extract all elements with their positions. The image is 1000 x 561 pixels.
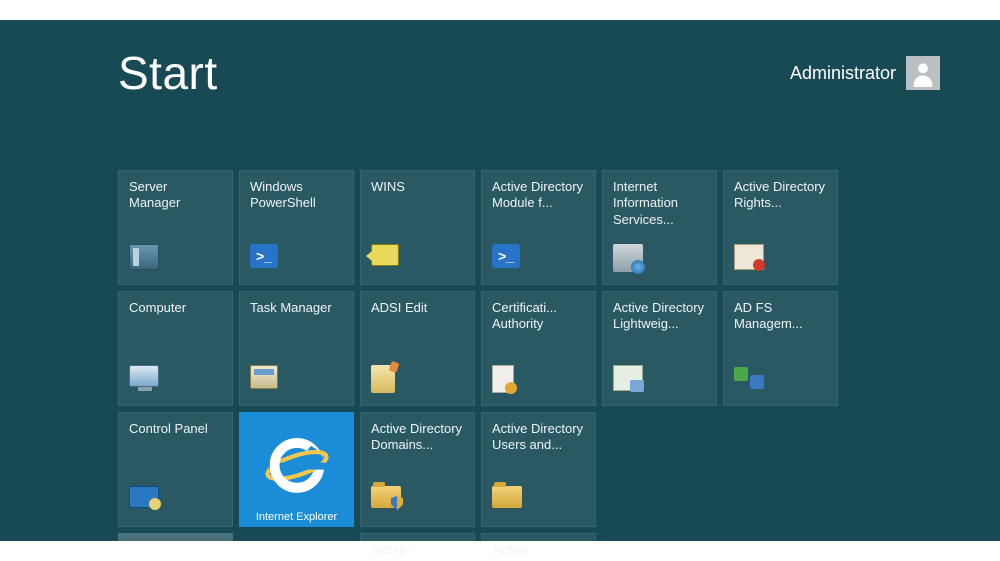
iis-icon bbox=[613, 244, 645, 276]
tile-label: WINS bbox=[371, 179, 464, 195]
tile-label: Computer bbox=[129, 300, 222, 316]
tile-adsi-edit[interactable]: ADSI Edit bbox=[360, 291, 475, 406]
control-panel-icon bbox=[129, 486, 161, 518]
wins-icon bbox=[371, 244, 403, 276]
tile-ad-domains[interactable]: Active Directory Domains... bbox=[360, 412, 475, 527]
folder-shield-icon bbox=[371, 486, 403, 518]
tile-task-manager[interactable]: Task Manager bbox=[239, 291, 354, 406]
start-tile-grid: Server Manager Windows PowerShell >_ WIN… bbox=[118, 170, 838, 561]
tile-certification-authority[interactable]: Certificati... Authority bbox=[481, 291, 596, 406]
tile-ad-rights[interactable]: Active Directory Rights... bbox=[723, 170, 838, 285]
tile-iis[interactable]: Internet Information Services... bbox=[602, 170, 717, 285]
tile-label: Active Directory Rights... bbox=[734, 179, 827, 212]
powershell-icon: >_ bbox=[250, 244, 282, 276]
server-manager-icon bbox=[129, 244, 161, 276]
adsi-edit-icon bbox=[371, 365, 403, 397]
tile-blank[interactable] bbox=[118, 533, 233, 561]
tile-active-partial-1[interactable]: Active bbox=[360, 533, 475, 561]
tile-adfs-management[interactable]: AD FS Managem... bbox=[723, 291, 838, 406]
page-title: Start bbox=[118, 46, 218, 100]
adfs-icon bbox=[734, 365, 766, 397]
tile-label: Control Panel bbox=[129, 421, 222, 437]
tile-ad-module-powershell[interactable]: Active Directory Module f... >_ bbox=[481, 170, 596, 285]
tile-label: AD FS Managem... bbox=[734, 300, 827, 333]
task-manager-icon bbox=[250, 365, 282, 397]
top-border bbox=[0, 0, 1000, 20]
tile-label: Active Directory Module f... bbox=[492, 179, 585, 212]
ad-rights-icon bbox=[734, 244, 766, 276]
tile-label: Active bbox=[492, 542, 585, 558]
tile-label: Active bbox=[371, 542, 464, 558]
tile-label: Active Directory Lightweig... bbox=[613, 300, 706, 333]
tile-computer[interactable]: Computer bbox=[118, 291, 233, 406]
tile-label: ADSI Edit bbox=[371, 300, 464, 316]
tile-active-partial-2[interactable]: Active bbox=[481, 533, 596, 561]
tile-wins[interactable]: WINS bbox=[360, 170, 475, 285]
tile-windows-powershell[interactable]: Windows PowerShell >_ bbox=[239, 170, 354, 285]
tile-ad-users[interactable]: Active Directory Users and... bbox=[481, 412, 596, 527]
ad-lightweight-icon bbox=[613, 365, 645, 397]
tile-label: Task Manager bbox=[250, 300, 343, 316]
internet-explorer-icon bbox=[239, 422, 354, 505]
user-account-button[interactable]: Administrator bbox=[790, 56, 940, 90]
folder-icon bbox=[492, 486, 524, 518]
tile-label: Server Manager bbox=[129, 179, 222, 212]
computer-icon bbox=[129, 365, 161, 397]
tile-control-panel[interactable]: Control Panel bbox=[118, 412, 233, 527]
user-name-label: Administrator bbox=[790, 63, 896, 84]
tile-label: Internet Explorer bbox=[239, 511, 354, 523]
tile-server-manager[interactable]: Server Manager bbox=[118, 170, 233, 285]
tile-internet-explorer[interactable]: Internet Explorer bbox=[239, 412, 354, 527]
tile-label: Internet Information Services... bbox=[613, 179, 706, 228]
start-header: Start Administrator bbox=[118, 46, 940, 100]
tile-label: Windows PowerShell bbox=[250, 179, 343, 212]
user-avatar-icon bbox=[906, 56, 940, 90]
tile-label: Active Directory Users and... bbox=[492, 421, 585, 454]
certificate-icon bbox=[492, 365, 524, 397]
tile-label: Certificati... Authority bbox=[492, 300, 585, 333]
tile-ad-lightweight[interactable]: Active Directory Lightweig... bbox=[602, 291, 717, 406]
powershell-icon: >_ bbox=[492, 244, 524, 276]
tile-label: Active Directory Domains... bbox=[371, 421, 464, 454]
